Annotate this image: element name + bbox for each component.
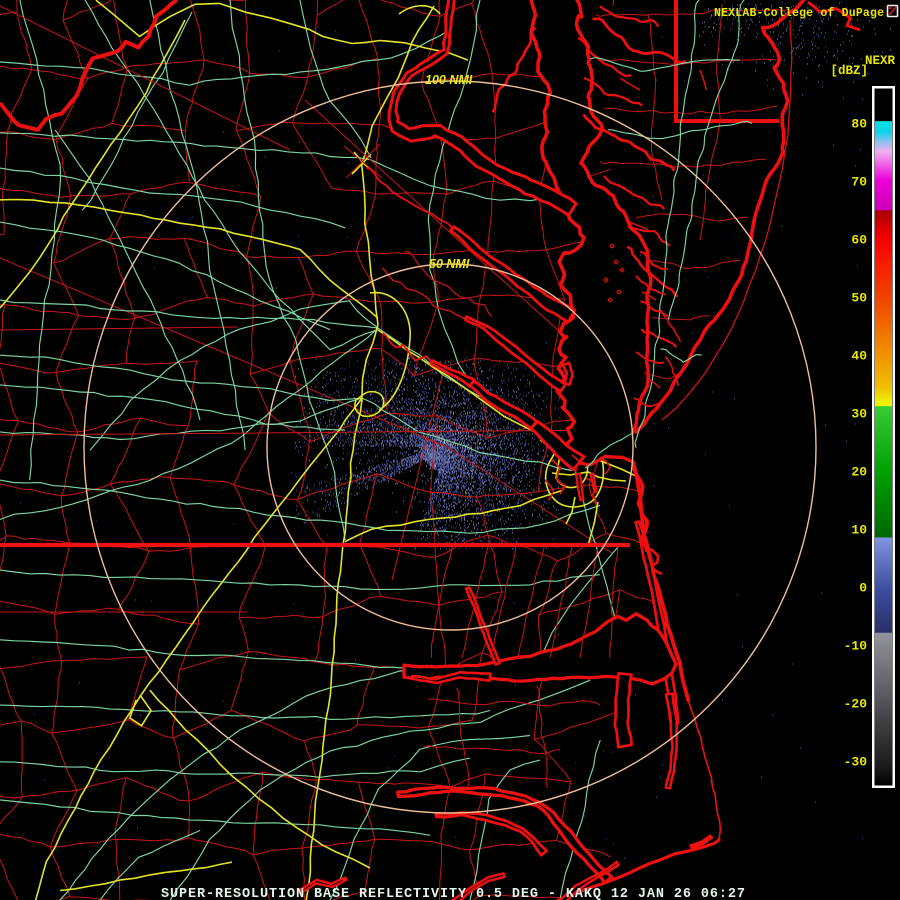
svg-text:NEXLAB-College of DuPage: NEXLAB-College of DuPage: [714, 7, 884, 20]
svg-text:SUPER-RESOLUTION BASE REFLECTI: SUPER-RESOLUTION BASE REFLECTIVITY 0.5 D…: [161, 887, 745, 900]
svg-text:NEXR: NEXR: [865, 54, 896, 68]
svg-text:30: 30: [851, 407, 867, 422]
svg-text:[dBZ]: [dBZ]: [830, 64, 868, 78]
svg-text:70: 70: [851, 175, 867, 190]
svg-text:100 NMI: 100 NMI: [425, 73, 473, 87]
svg-text:-20: -20: [844, 697, 868, 712]
svg-text:50: 50: [851, 291, 867, 306]
svg-text:-10: -10: [844, 639, 868, 654]
svg-text:0: 0: [859, 581, 867, 596]
svg-text:-30: -30: [844, 755, 868, 770]
svg-text:80: 80: [851, 117, 867, 132]
svg-text:50 NMI: 50 NMI: [429, 257, 470, 271]
svg-text:20: 20: [851, 465, 867, 480]
svg-text:40: 40: [851, 349, 867, 364]
svg-text:60: 60: [851, 233, 867, 248]
svg-text:10: 10: [851, 523, 867, 538]
